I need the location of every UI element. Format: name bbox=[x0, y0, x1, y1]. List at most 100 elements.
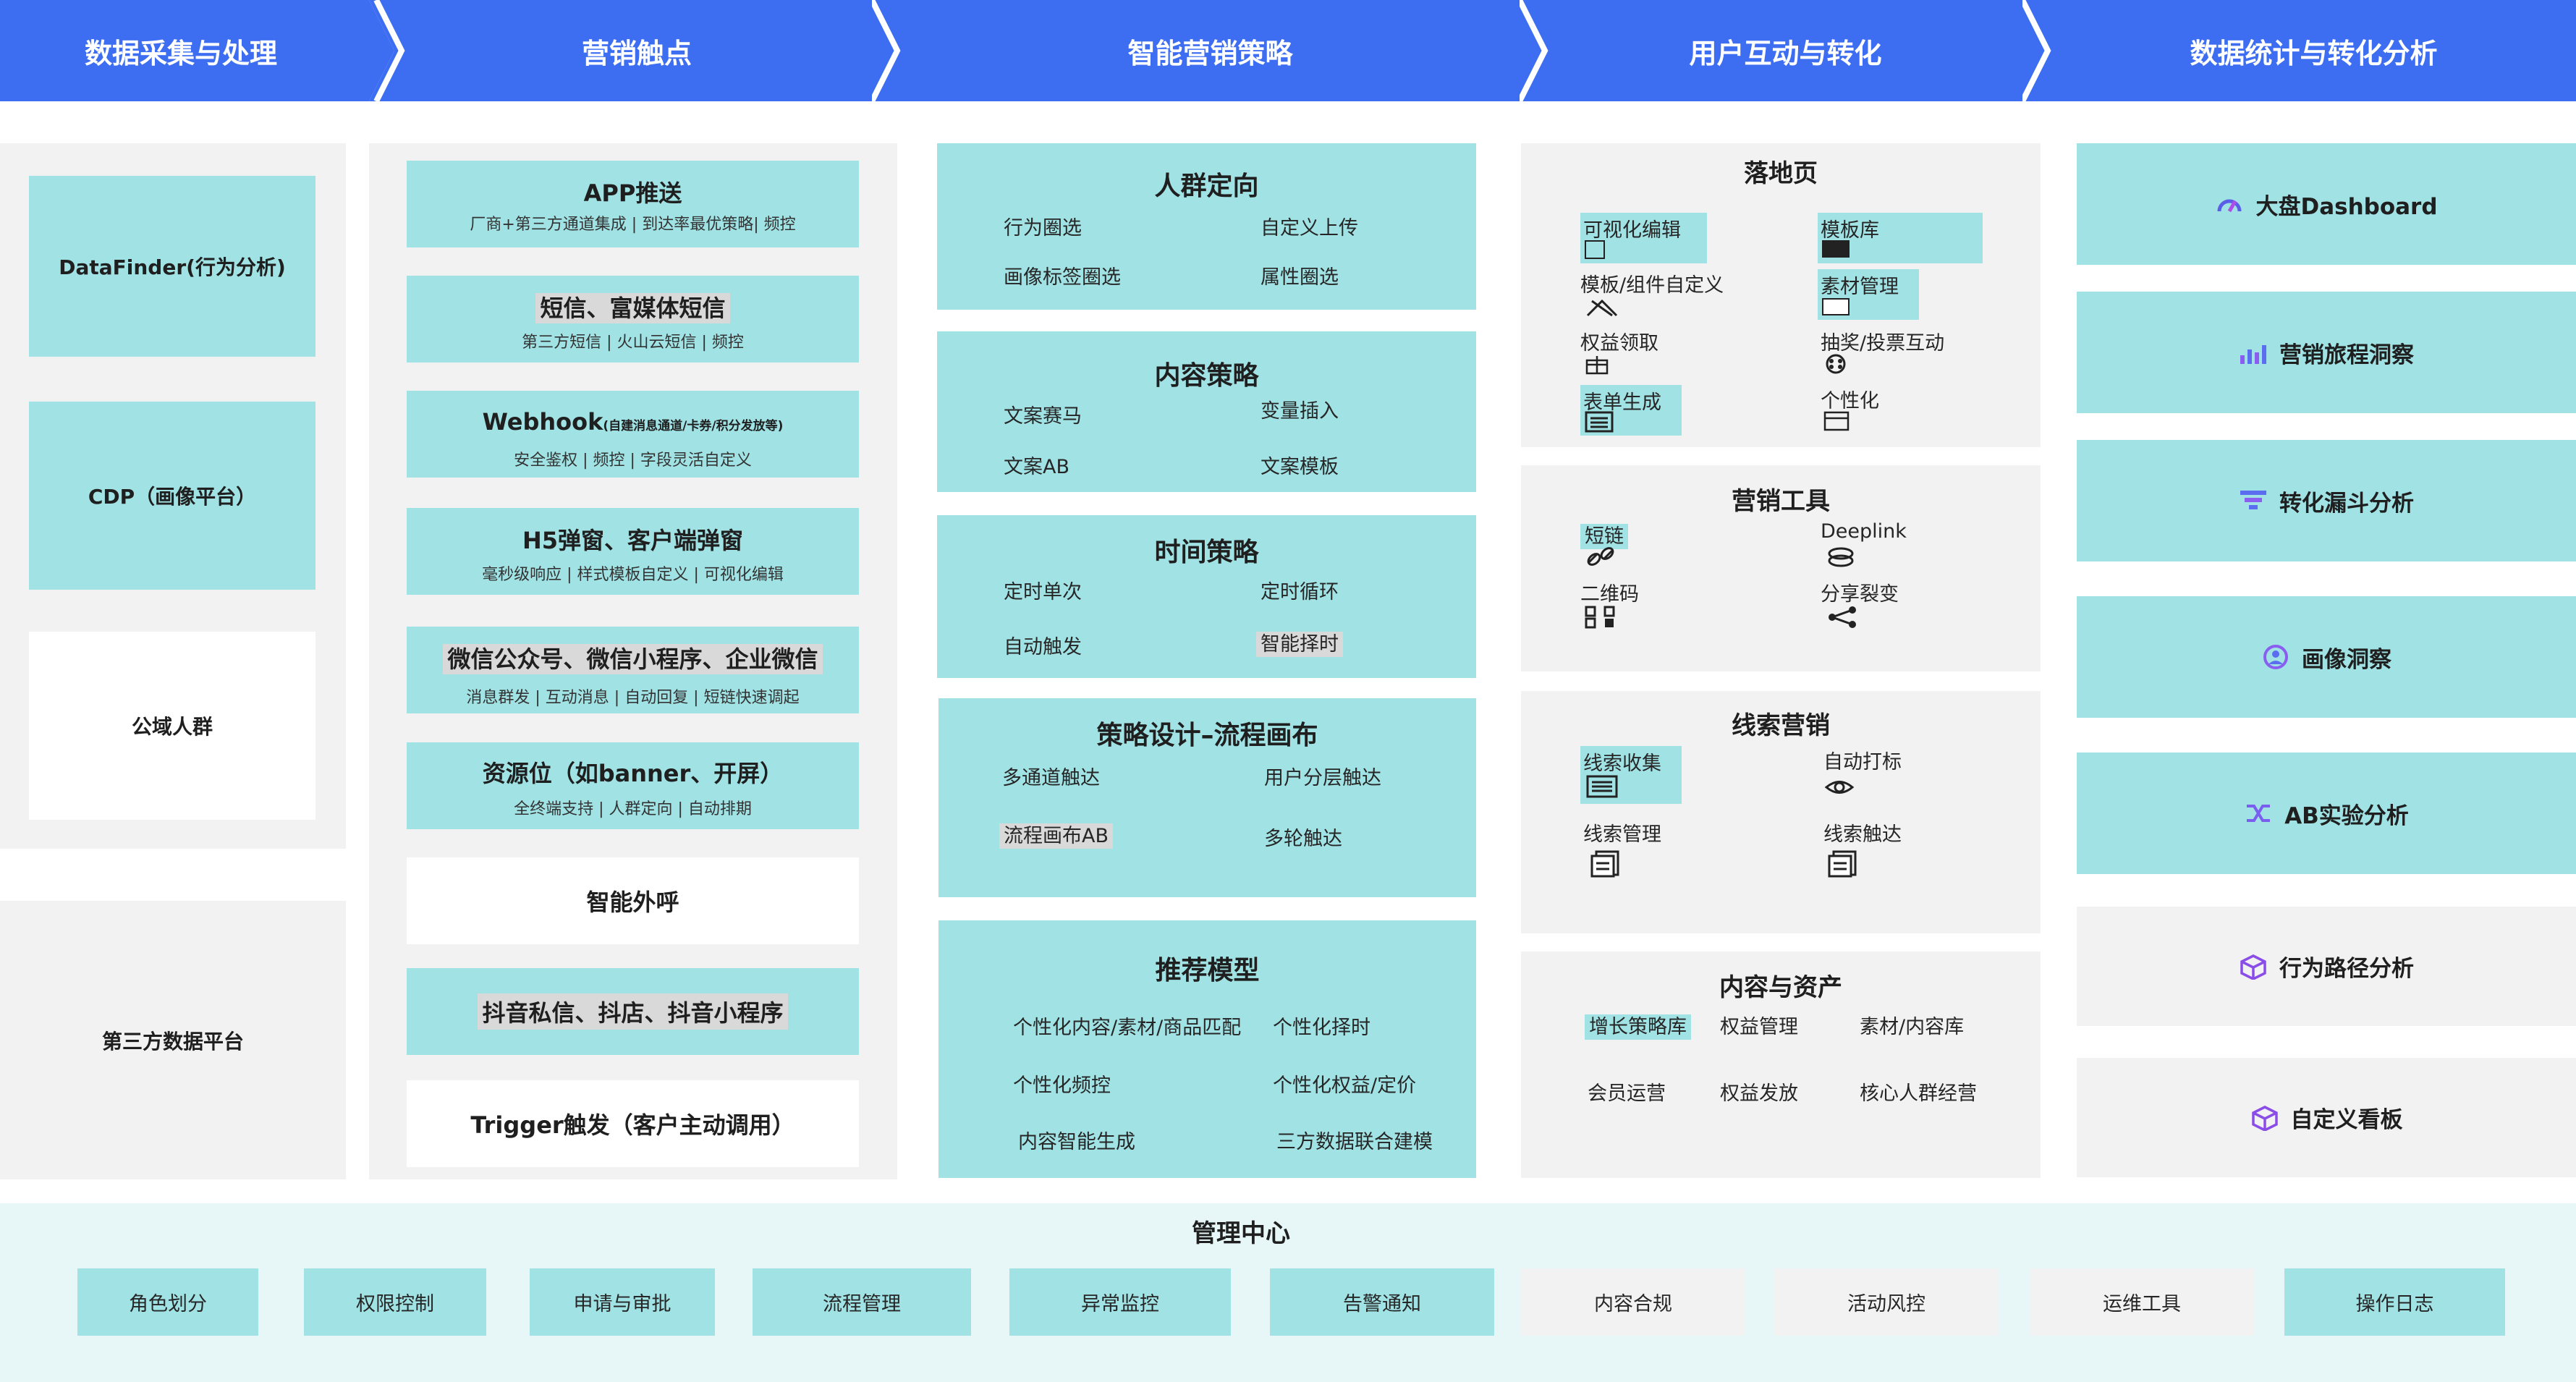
gift-icon bbox=[1585, 356, 1609, 375]
touchpoint-h5-popup: H5弹窗、客户端弹窗 毫秒级响应 | 样式模板自定义 | 可视化编辑 bbox=[407, 508, 859, 595]
item-label: 增长策略库 bbox=[1585, 1014, 1691, 1040]
visual-editor-item: 可视化编辑 bbox=[1580, 213, 1707, 263]
strategy-title: 策略设计–流程画布 bbox=[1096, 721, 1318, 750]
qrcode-icon bbox=[1585, 606, 1615, 629]
analytics-profile: 画像洞察 bbox=[2077, 596, 2576, 718]
section-title: 线索营销 bbox=[1732, 711, 1830, 740]
strategy-item: 智能择时 bbox=[1256, 632, 1343, 657]
touchpoint-title: 微信公众号、微信小程序、企业微信 bbox=[443, 644, 823, 674]
strategy-item: 多轮触达 bbox=[1264, 828, 1342, 850]
touchpoint-app-push: APP推送 厂商+第三方通道集成 | 到达率最优策略| 频控 bbox=[407, 161, 859, 247]
strategy-item: 行为圈选 bbox=[1004, 217, 1082, 239]
stage-label: 用户互动与转化 bbox=[1689, 37, 1882, 69]
content-assets-panel: 内容与资产 增长策略库 权益管理 素材/内容库 会员运营 权益发放 核心人群经营 bbox=[1521, 951, 2041, 1178]
analytics-label: 画像洞察 bbox=[2302, 646, 2391, 673]
cube-icon bbox=[2251, 1105, 2278, 1131]
analytics-label: 行为路径分析 bbox=[2279, 956, 2414, 982]
lead-marketing-panel: 线索营销 线索收集 自动打标 线索管理 线索触达 bbox=[1521, 691, 2041, 933]
item-label: 可视化编辑 bbox=[1583, 219, 1681, 242]
strategy-item: 画像标签圈选 bbox=[1004, 266, 1121, 289]
strategy-item: 个性化内容/素材/商品匹配 bbox=[1013, 1017, 1242, 1039]
analytics-funnel: 转化漏斗分析 bbox=[2077, 440, 2576, 561]
mgmt-item: 告警通知 bbox=[1270, 1268, 1494, 1336]
lead-collect-item: 线索收集 bbox=[1580, 746, 1682, 804]
stage-chevron-3: 智能营销策略 bbox=[872, 0, 1545, 101]
template-icon bbox=[1822, 240, 1850, 258]
touchpoint-wechat: 微信公众号、微信小程序、企业微信 消息群发 | 互动消息 | 自动回复 | 短链… bbox=[407, 627, 859, 713]
strategy-audience-targeting: 人群定向 行为圈选 自定义上传 画像标签圈选 属性圈选 bbox=[937, 143, 1476, 310]
public-audience-box: 公域人群 bbox=[29, 632, 315, 820]
analytics-journey: 营销旅程洞察 bbox=[2077, 292, 2576, 413]
mgmt-item: 权限控制 bbox=[304, 1268, 486, 1336]
mgmt-item: 异常监控 bbox=[1009, 1268, 1231, 1336]
touchpoint-webhook: Webhook(自建消息通道/卡券/积分发放等) 安全鉴权 | 频控 | 字段灵… bbox=[407, 391, 859, 478]
strategy-item: 自动触发 bbox=[1004, 636, 1082, 658]
stage-label: 数据采集与处理 bbox=[84, 37, 277, 69]
component-icon bbox=[1586, 299, 1618, 317]
strategy-item: 文案AB bbox=[1004, 456, 1069, 478]
touchpoint-smart-call: 智能外呼 bbox=[407, 857, 859, 944]
mgmt-item: 操作日志 bbox=[2284, 1268, 2505, 1336]
strategy-item: 自定义上传 bbox=[1261, 217, 1358, 239]
item-label: 权益领取 bbox=[1580, 332, 1658, 355]
touchpoint-sms: 短信、富媒体短信 第三方短信 | 火山云短信 | 频控 bbox=[407, 276, 859, 363]
template-library-item: 模板库 bbox=[1818, 213, 1983, 263]
item-label: 抽奖/投票互动 bbox=[1821, 332, 1945, 355]
item-label: 线索管理 bbox=[1583, 823, 1661, 846]
touchpoint-title-note: (自建消息通道/卡券/积分发放等) bbox=[603, 419, 784, 433]
management-center-panel: 管理中心 角色划分 权限控制 申请与审批 流程管理 异常监控 告警通知 内容合规… bbox=[0, 1203, 2576, 1382]
personalize-icon bbox=[1823, 411, 1850, 431]
item-label: 线索触达 bbox=[1823, 823, 1902, 846]
mgmt-item: 角色划分 bbox=[77, 1268, 258, 1336]
item-label: 个性化 bbox=[1821, 390, 1879, 412]
third-party-platform-box: 第三方数据平台 bbox=[0, 901, 346, 1179]
strategy-recommendation-model: 推荐模型 个性化内容/素材/商品匹配 个性化择时 个性化频控 个性化权益/定价 … bbox=[939, 920, 1476, 1178]
analytics-behavior-path: 行为路径分析 bbox=[2077, 907, 2576, 1026]
strategy-title: 内容策略 bbox=[1154, 361, 1259, 391]
analytics-dashboard: 大盘Dashboard bbox=[2077, 143, 2576, 265]
analytics-custom-board: 自定义看板 bbox=[2077, 1058, 2576, 1177]
strategy-title: 人群定向 bbox=[1154, 171, 1259, 201]
analytics-ab: AB实验分析 bbox=[2077, 753, 2576, 874]
strategy-timing: 时间策略 定时单次 定时循环 自动触发 智能择时 bbox=[937, 515, 1476, 678]
strategy-flow-canvas: 策略设计–流程画布 多通道触达 用户分层触达 流程画布AB 多轮触达 bbox=[939, 698, 1476, 897]
analytics-label: AB实验分析 bbox=[2284, 802, 2409, 829]
document-icon bbox=[1828, 850, 1857, 878]
stage-chevron-5: 数据统计与转化分析 bbox=[2022, 0, 2576, 101]
stage-label: 营销触点 bbox=[581, 37, 692, 69]
touchpoint-sub: 厂商+第三方通道集成 | 到达率最优策略| 频控 bbox=[470, 216, 796, 234]
bar-chart-icon bbox=[2240, 345, 2266, 364]
shuffle-icon bbox=[2247, 805, 2271, 822]
mgmt-item: 运维工具 bbox=[2030, 1268, 2254, 1336]
item-label: 短链 bbox=[1580, 524, 1628, 549]
section-title: 落地页 bbox=[1744, 159, 1818, 188]
touchpoint-title: 短信、富媒体短信 bbox=[535, 293, 730, 323]
touchpoint-title: 资源位（如banner、开屏） bbox=[482, 760, 784, 787]
section-title: 内容与资产 bbox=[1719, 973, 1842, 1002]
item-label: 素材/内容库 bbox=[1860, 1016, 1965, 1038]
funnel-icon bbox=[2240, 491, 2266, 509]
lottery-icon bbox=[1826, 354, 1846, 374]
item-label: 权益发放 bbox=[1720, 1082, 1798, 1105]
stage-chevron-1: 数据采集与处理 bbox=[0, 0, 394, 101]
analytics-label: 自定义看板 bbox=[2290, 1107, 2403, 1133]
image-icon bbox=[1822, 298, 1850, 315]
stage-chevron-4: 用户互动与转化 bbox=[1520, 0, 2048, 101]
analytics-label: 转化漏斗分析 bbox=[2279, 490, 2414, 517]
strategy-item: 多通道触达 bbox=[1002, 767, 1100, 789]
item-label: 核心人群经营 bbox=[1860, 1082, 1977, 1105]
analytics-label: 营销旅程洞察 bbox=[2279, 342, 2414, 368]
strategy-title: 推荐模型 bbox=[1155, 956, 1260, 985]
mgmt-item: 内容合规 bbox=[1521, 1268, 1745, 1336]
strategy-item: 个性化频控 bbox=[1013, 1074, 1111, 1097]
strategy-item: 变量插入 bbox=[1261, 400, 1339, 423]
stage-label: 智能营销策略 bbox=[1127, 37, 1293, 69]
item-label: 分享裂变 bbox=[1821, 583, 1899, 606]
material-mgmt-item: 素材管理 bbox=[1818, 269, 1919, 320]
item-label: 二维码 bbox=[1580, 583, 1639, 606]
touchpoint-title: APP推送 bbox=[583, 179, 682, 207]
strategy-item: 定时单次 bbox=[1004, 581, 1082, 603]
list-icon bbox=[1586, 775, 1618, 798]
strategy-item: 流程画布AB bbox=[999, 823, 1113, 849]
landing-page-panel: 落地页 可视化编辑 模板库 模板/组件自定义 素材管理 权益领取 抽奖/投票互动… bbox=[1521, 143, 2041, 447]
